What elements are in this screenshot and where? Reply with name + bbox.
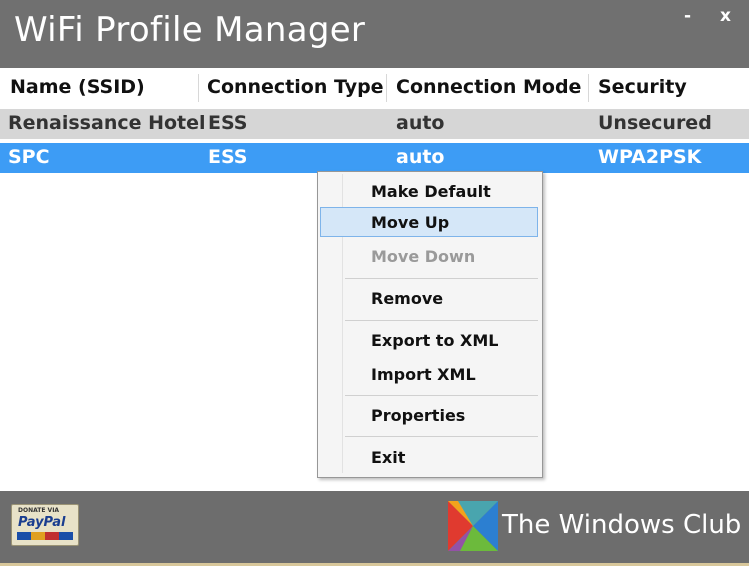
cell-connection-type: ESS <box>208 146 248 168</box>
column-divider[interactable] <box>198 74 199 102</box>
cell-connection-mode: auto <box>396 112 445 134</box>
menu-item-label: Remove <box>371 289 444 308</box>
menu-item-label: Export to XML <box>371 331 499 350</box>
menu-item-label: Make Default <box>371 182 491 201</box>
menu-item-export-xml[interactable]: Export to XML <box>320 325 538 355</box>
cell-ssid: SPC <box>8 146 50 168</box>
windows-club-logo-icon <box>448 501 498 551</box>
context-menu: Make Default Move Up Move Down Remove Ex… <box>317 171 543 478</box>
table-row[interactable]: Renaissance Hotel ESS auto Unsecured <box>0 109 749 139</box>
column-divider[interactable] <box>588 74 589 102</box>
payment-cards-icon <box>17 532 73 540</box>
menu-item-exit[interactable]: Exit <box>320 442 538 472</box>
minimize-button[interactable]: - <box>684 6 691 26</box>
menu-item-label: Exit <box>371 448 406 467</box>
table-header: Name (SSID) Connection Type Connection M… <box>0 72 749 104</box>
menu-item-label: Move Down <box>371 247 476 266</box>
menu-separator <box>345 278 538 279</box>
menu-item-import-xml[interactable]: Import XML <box>320 359 538 389</box>
menu-separator <box>345 436 538 437</box>
paypal-logo: PayPal <box>18 515 66 530</box>
menu-item-make-default[interactable]: Make Default <box>320 176 538 206</box>
menu-separator <box>345 320 538 321</box>
menu-item-label: Properties <box>371 406 466 425</box>
menu-item-label: Import XML <box>371 365 476 384</box>
menu-item-move-up[interactable]: Move Up <box>320 207 538 237</box>
column-header-name[interactable]: Name (SSID) <box>10 76 145 98</box>
menu-item-properties[interactable]: Properties <box>320 400 538 430</box>
table-row-selected[interactable]: SPC ESS auto WPA2PSK <box>0 143 749 173</box>
cell-security: Unsecured <box>598 112 712 134</box>
footer-bar: DONATE VIA PayPal The Windows Club <box>0 491 749 566</box>
menu-item-move-down: Move Down <box>320 241 538 271</box>
brand-text[interactable]: The Windows Club <box>502 510 741 540</box>
window-title: WiFi Profile Manager <box>14 10 366 50</box>
menu-separator <box>345 395 538 396</box>
cell-ssid: Renaissance Hotel <box>8 112 206 134</box>
paypal-donate-button[interactable]: DONATE VIA PayPal <box>11 504 79 546</box>
close-button[interactable]: x <box>720 6 731 26</box>
cell-connection-mode: auto <box>396 146 445 168</box>
column-header-connection-type[interactable]: Connection Type <box>207 76 384 98</box>
menu-item-remove[interactable]: Remove <box>320 283 538 313</box>
menu-item-label: Move Up <box>371 213 450 232</box>
donate-caption: DONATE VIA <box>18 507 60 514</box>
cell-security: WPA2PSK <box>598 146 702 168</box>
column-header-connection-mode[interactable]: Connection Mode <box>396 76 581 98</box>
title-bar: WiFi Profile Manager - x <box>0 0 749 68</box>
column-divider[interactable] <box>386 74 387 102</box>
column-header-security[interactable]: Security <box>598 76 687 98</box>
cell-connection-type: ESS <box>208 112 248 134</box>
